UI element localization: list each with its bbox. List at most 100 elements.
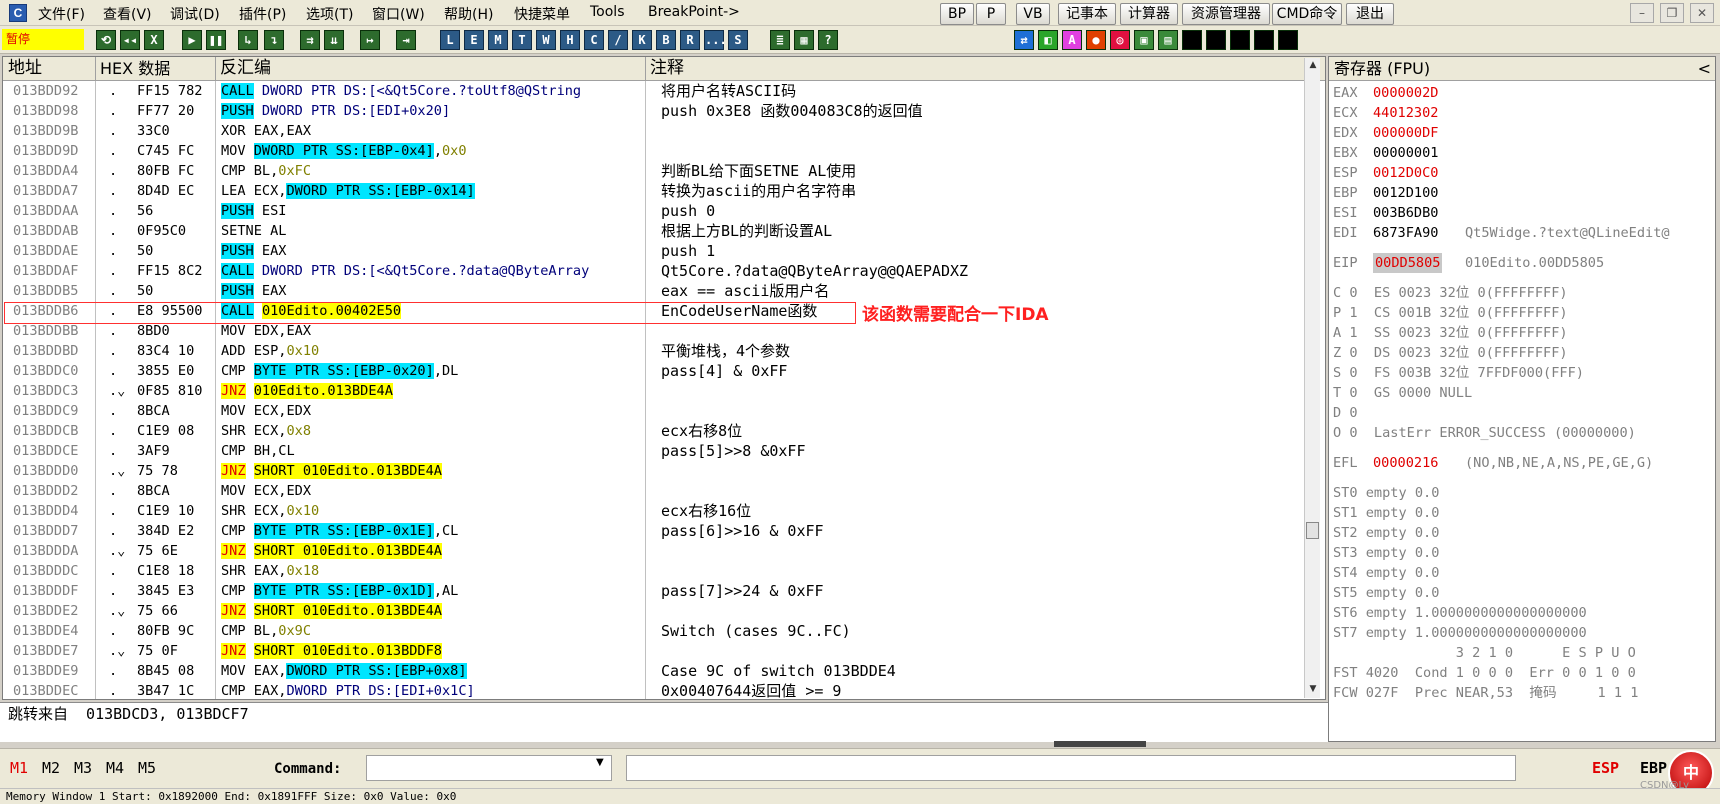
disasm-row[interactable]: 013BDD92. FF15 782 CALL DWORD PTR DS:[<&Qt… [3, 81, 1313, 101]
register-row[interactable]: ESP 0012D0C0 [1333, 163, 1713, 183]
plugin-icon-0[interactable]: ⇄ [1014, 30, 1034, 50]
toolbar-button-24[interactable]: ≣ [770, 30, 790, 50]
toolbar-button-15[interactable]: W [536, 30, 556, 50]
efl-row[interactable]: EFL 00000216 (NO,NB,NE,A,NS,PE,GE,G) [1333, 453, 1713, 473]
toolbar-button-2[interactable]: X [144, 30, 164, 50]
plugin-icon-8[interactable] [1206, 30, 1226, 50]
menu-shortcuts[interactable]: 快捷菜单 [514, 4, 570, 24]
fpu-row[interactable]: ST4 empty 0.0 [1333, 563, 1713, 583]
disasm-row[interactable]: 013BDDE9. 8B45 08 MOV EAX,DWORD PTR SS:[EB… [3, 661, 1313, 681]
plugin-icon-11[interactable] [1278, 30, 1298, 50]
memory-tab-m2[interactable]: M2 [42, 759, 60, 777]
close-icon[interactable]: ✕ [1690, 3, 1714, 23]
register-value[interactable]: 003B6DB0 [1373, 203, 1438, 223]
memory-tab-m3[interactable]: M3 [74, 759, 92, 777]
register-value[interactable]: 000000DF [1373, 123, 1438, 143]
toolbar-button-1[interactable]: ◂◂ [120, 30, 140, 50]
disasm-row[interactable]: 013BDDAF. FF15 8C2 CALL DWORD PTR DS:[<&Qt… [3, 261, 1313, 281]
flag-row[interactable]: P 1 CS 001B 32位 0(FFFFFFFF) [1333, 303, 1713, 323]
register-row[interactable]: EBP 0012D100 [1333, 183, 1713, 203]
scroll-up-icon[interactable]: ▲ [1306, 58, 1320, 72]
toolbar-button-12[interactable]: E [464, 30, 484, 50]
toolbar-button-10[interactable]: ⇥ [396, 30, 416, 50]
disasm-row[interactable]: 013BDDDA .⌄ 75 6E JNZ SHORT 010Edito.013BDE… [3, 541, 1313, 561]
disasm-row[interactable]: 013BDDE2 .⌄ 75 66 JNZ SHORT 010Edito.013BDE… [3, 601, 1313, 621]
flag-row[interactable]: Z 0 DS 0023 32位 0(FFFFFFFF) [1333, 343, 1713, 363]
toolbar-button-21[interactable]: R [680, 30, 700, 50]
toolbar-button-9[interactable]: ↦ [360, 30, 380, 50]
register-value[interactable]: 6873FA90 [1373, 223, 1438, 243]
disasm-row[interactable]: 013BDDDF. 3845 E3 CMP BYTE PTR SS:[EBP-0x1… [3, 581, 1313, 601]
register-value[interactable]: 0012D100 [1373, 183, 1438, 203]
disasm-row[interactable]: 013BDDCB. C1E9 08 SHR ECX,0x8 ecx右移8位 [3, 421, 1313, 441]
menu-breakpoint[interactable]: BreakPoint-> [648, 4, 740, 20]
fpu-row[interactable]: ST2 empty 0.0 [1333, 523, 1713, 543]
register-value[interactable]: 00DD5805 [1373, 253, 1443, 273]
menu-options[interactable]: 选项(T) [306, 4, 353, 24]
column-comment[interactable]: 注释 [645, 57, 1045, 81]
plugin-icon-1[interactable]: ◧ [1038, 30, 1058, 50]
disasm-row[interactable]: 013BDDD0 .⌄ 75 78 JNZ SHORT 010Edito.013BDE… [3, 461, 1313, 481]
disasm-row[interactable]: 013BDD9B. 33C0 XOR EAX,EAX [3, 121, 1313, 141]
plugin-icon-6[interactable]: ▤ [1158, 30, 1178, 50]
bp-button[interactable]: BP [940, 3, 974, 25]
flag-row[interactable]: C 0 ES 0023 32位 0(FFFFFFFF) [1333, 283, 1713, 303]
disasm-row[interactable]: 013BDDBB. 8BD0 MOV EDX,EAX [3, 321, 1313, 341]
toolbar-button-13[interactable]: M [488, 30, 508, 50]
disasm-row[interactable]: 013BDDB5. 50 PUSH EAX eax == ascii版用户名 [3, 281, 1313, 301]
register-value[interactable]: 44012302 [1373, 103, 1438, 123]
flag-row[interactable]: S 0 FS 003B 32位 7FFDF000(FFF) [1333, 363, 1713, 383]
plugin-icon-10[interactable] [1254, 30, 1274, 50]
toolbar-button-11[interactable]: L [440, 30, 460, 50]
plugin-icon-2[interactable]: A [1062, 30, 1082, 50]
toolbar-button-17[interactable]: C [584, 30, 604, 50]
toolbar-button-14[interactable]: T [512, 30, 532, 50]
column-disasm[interactable]: 反汇编 [215, 57, 645, 81]
disasm-row[interactable]: 013BDDAA. 56 PUSH ESI push 0 [3, 201, 1313, 221]
menu-plugins[interactable]: 插件(P) [239, 4, 286, 24]
disassembly-scrollbar[interactable]: ▲ ▼ [1304, 58, 1320, 698]
disasm-row[interactable]: 013BDDC9. 8BCA MOV ECX,EDX [3, 401, 1313, 421]
toolbar-button-6[interactable]: ↴ [264, 30, 284, 50]
toolbar-button-18[interactable]: / [608, 30, 628, 50]
toolbar-button-8[interactable]: ⇊ [324, 30, 344, 50]
fpu-row[interactable]: ST3 empty 0.0 [1333, 543, 1713, 563]
ebp-label[interactable]: EBP [1640, 759, 1667, 777]
menu-view[interactable]: 查看(V) [103, 4, 152, 24]
register-value[interactable]: 00000216 [1373, 453, 1438, 473]
fpu-row[interactable]: ST1 empty 0.0 [1333, 503, 1713, 523]
plugin-icon-9[interactable] [1230, 30, 1250, 50]
disasm-row[interactable]: 013BDDEC. 3B47 1C CMP EAX,DWORD PTR DS:[ED… [3, 681, 1313, 699]
toolbar-button-23[interactable]: S [728, 30, 748, 50]
flag-row[interactable]: D 0 [1333, 403, 1713, 423]
plugin-icon-7[interactable] [1182, 30, 1202, 50]
exit-button[interactable]: 退出 [1346, 3, 1394, 25]
register-row[interactable]: EBX 00000001 [1333, 143, 1713, 163]
disasm-row[interactable]: 013BDDD7. 384D E2 CMP BYTE PTR SS:[EBP-0x1… [3, 521, 1313, 541]
register-value[interactable]: 0000002D [1373, 83, 1438, 103]
calculator-button[interactable]: 计算器 [1120, 3, 1178, 25]
menu-debug[interactable]: 调试(D) [170, 4, 220, 24]
toolbar-button-19[interactable]: K [632, 30, 652, 50]
menu-file[interactable]: 文件(F) [38, 4, 85, 24]
toolbar-button-4[interactable]: ❚❚ [206, 30, 226, 50]
plugin-icon-4[interactable]: ◎ [1110, 30, 1130, 50]
esp-label[interactable]: ESP [1592, 759, 1619, 777]
column-hex[interactable]: HEX 数据 [95, 57, 215, 81]
memory-tab-m5[interactable]: M5 [138, 759, 156, 777]
disasm-row[interactable]: 013BDDB6. E8 95500 CALL 010Edito.00402E50 E… [3, 301, 1313, 321]
register-row[interactable]: ESI 003B6DB0 [1333, 203, 1713, 223]
fpu-row[interactable]: ST6 empty 1.0000000000000000000 [1333, 603, 1713, 623]
disasm-row[interactable]: 013BDD9D. C745 FC MOV DWORD PTR SS:[EBP-0x… [3, 141, 1313, 161]
flag-row[interactable]: O 0 LastErr ERROR_SUCCESS (00000000) [1333, 423, 1713, 443]
memory-tab-m4[interactable]: M4 [106, 759, 124, 777]
register-row[interactable]: EDX 000000DF [1333, 123, 1713, 143]
toolbar-button-26[interactable]: ? [818, 30, 838, 50]
command-input[interactable] [366, 755, 612, 781]
memory-tab-m1[interactable]: M1 [10, 759, 28, 777]
restore-icon[interactable]: ❐ [1660, 3, 1684, 23]
register-row[interactable]: ECX 44012302 [1333, 103, 1713, 123]
disasm-row[interactable]: 013BDDC3 .⌄ 0F85 810 JNZ 010Edito.013BDE4A [3, 381, 1313, 401]
plugin-icon-5[interactable]: ▣ [1134, 30, 1154, 50]
explorer-button[interactable]: 资源管理器 [1182, 3, 1270, 25]
